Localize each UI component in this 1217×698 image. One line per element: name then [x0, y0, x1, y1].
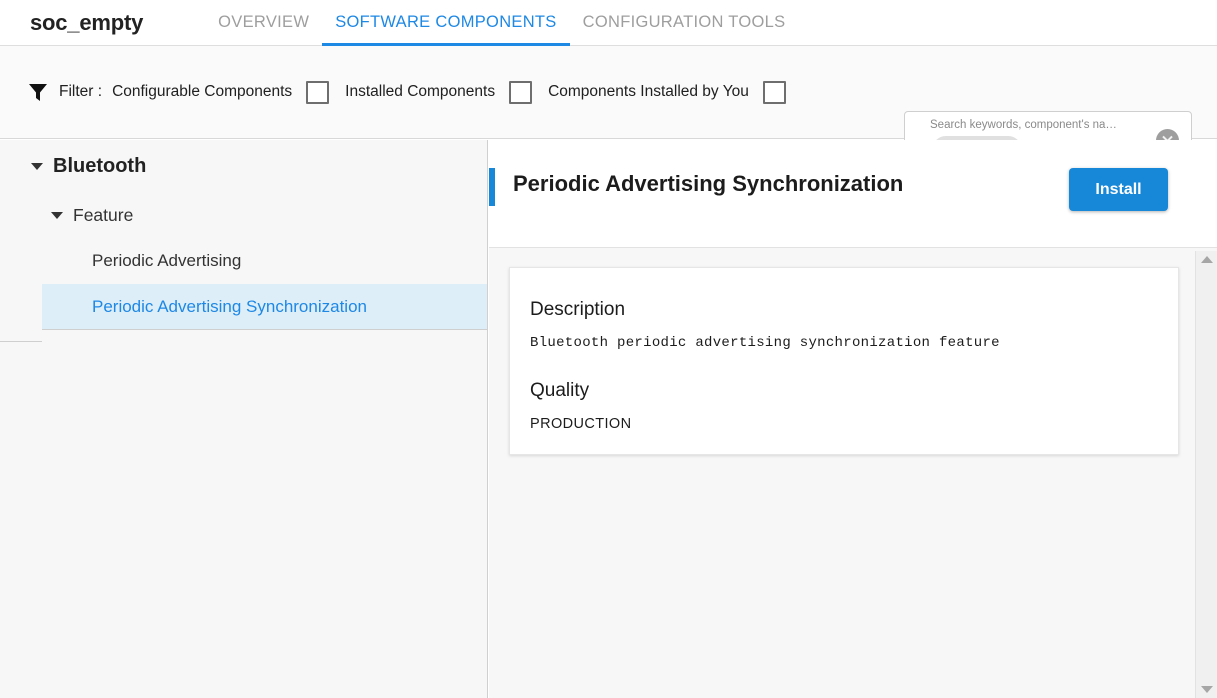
page-title: soc_empty [30, 10, 143, 36]
quality-heading: Quality [530, 380, 589, 402]
caret-down-icon[interactable] [51, 212, 63, 219]
checkbox-configurable-components[interactable] [306, 81, 329, 104]
component-tree-sidebar[interactable]: Bluetooth Feature Periodic Advertising P… [0, 140, 488, 698]
filter-option-installed-components[interactable]: Installed Components [345, 81, 532, 104]
tab-bar: OVERVIEW SOFTWARE COMPONENTS CONFIGURATI… [205, 0, 798, 46]
filter-label: Filter : [59, 83, 102, 101]
funnel-filter-icon[interactable] [27, 81, 49, 103]
tab-configuration-tools[interactable]: CONFIGURATION TOOLS [570, 0, 799, 46]
tab-software-components[interactable]: SOFTWARE COMPONENTS [322, 0, 569, 46]
tree-node-label: Feature [73, 205, 133, 226]
tree-node-feature[interactable]: Feature [0, 192, 487, 238]
detail-scrollbar[interactable] [1195, 251, 1217, 698]
tree-node-bluetooth[interactable]: Bluetooth [0, 140, 487, 192]
description-text: Bluetooth periodic advertising synchroni… [530, 335, 1000, 351]
tree-node-label: Periodic Advertising [92, 251, 241, 271]
description-heading: Description [530, 299, 625, 321]
filter-bar: Filter : Configurable Components Install… [0, 46, 1217, 139]
search-placeholder: Search keywords, component's na… [930, 119, 1117, 131]
selection-accent-bar [489, 168, 495, 206]
scroll-up-arrow-icon[interactable] [1201, 256, 1213, 263]
filter-option-label: Components Installed by You [548, 83, 749, 101]
install-button[interactable]: Install [1069, 168, 1168, 211]
tree-node-periodic-advertising[interactable]: Periodic Advertising [0, 238, 487, 284]
filter-option-components-installed-by-you[interactable]: Components Installed by You [548, 81, 786, 104]
tree-node-label: Bluetooth [53, 155, 146, 178]
component-detail-pane: Periodic Advertising Synchronization Ins… [489, 140, 1217, 698]
checkbox-installed-components[interactable] [509, 81, 532, 104]
component-title: Periodic Advertising Synchronization [513, 171, 903, 197]
detail-header: Periodic Advertising Synchronization Ins… [489, 140, 1217, 248]
software-components-page: soc_empty OVERVIEW SOFTWARE COMPONENTS C… [0, 0, 1217, 698]
filter-option-label: Configurable Components [112, 83, 292, 101]
filter-option-label: Installed Components [345, 83, 495, 101]
tree-divider [0, 341, 42, 342]
caret-down-icon[interactable] [31, 163, 43, 170]
quality-value: PRODUCTION [530, 416, 631, 432]
checkbox-components-installed-by-you[interactable] [763, 81, 786, 104]
tree-node-periodic-advertising-synchronization[interactable]: Periodic Advertising Synchronization [42, 284, 487, 330]
tree-node-label: Periodic Advertising Synchronization [92, 297, 367, 317]
component-info-card: Description Bluetooth periodic advertisi… [509, 267, 1179, 455]
app-header: soc_empty OVERVIEW SOFTWARE COMPONENTS C… [0, 0, 1217, 46]
scroll-down-arrow-icon[interactable] [1201, 686, 1213, 693]
filter-option-configurable-components[interactable]: Configurable Components [112, 81, 329, 104]
tab-overview[interactable]: OVERVIEW [205, 0, 322, 46]
